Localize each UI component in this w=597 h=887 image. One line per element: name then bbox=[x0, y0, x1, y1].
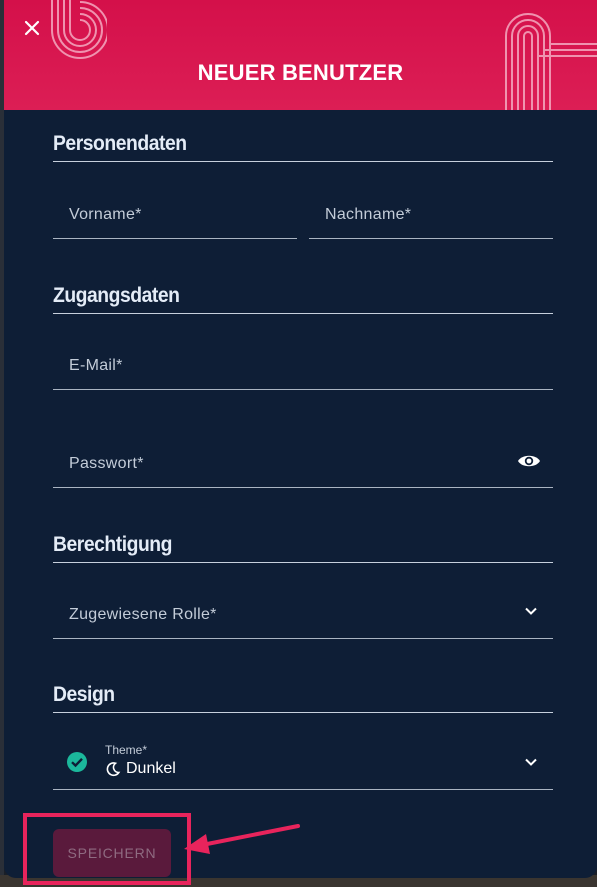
theme-value: Dunkel bbox=[126, 760, 176, 777]
section-divider-design bbox=[53, 712, 553, 713]
chevron-down-icon bbox=[525, 607, 537, 615]
first-name-field[interactable]: Vorname* bbox=[53, 187, 297, 239]
password-label: Passwort* bbox=[69, 455, 144, 472]
chevron-down-icon bbox=[525, 758, 537, 766]
annotation-highlight-box bbox=[23, 813, 191, 885]
role-select[interactable]: Zugewiesene Rolle* bbox=[53, 587, 553, 639]
annotation-arrow bbox=[184, 824, 300, 854]
section-divider-personal bbox=[53, 161, 553, 162]
section-title-personal: Personendaten bbox=[53, 132, 187, 155]
dialog-title: NEUER BENUTZER bbox=[197, 60, 404, 85]
section-title-design: Design bbox=[53, 683, 115, 706]
check-circle-icon bbox=[67, 752, 87, 772]
email-label: E-Mail* bbox=[69, 357, 123, 374]
section-title-permission: Berechtigung bbox=[53, 533, 172, 556]
theme-value-row: Dunkel bbox=[105, 760, 176, 778]
moon-icon bbox=[106, 762, 121, 777]
theme-select[interactable]: Theme* Dunkel bbox=[53, 738, 553, 790]
header-decoration-right bbox=[505, 13, 597, 110]
new-user-dialog: NEUER BENUTZER Personendaten Vorname* Na… bbox=[4, 0, 597, 878]
theme-label: Theme* bbox=[105, 743, 148, 757]
section-divider-permission bbox=[53, 562, 553, 563]
close-icon bbox=[24, 20, 40, 36]
role-label: Zugewiesene Rolle* bbox=[69, 606, 217, 623]
email-field[interactable]: E-Mail* bbox=[53, 338, 553, 390]
close-button[interactable] bbox=[16, 12, 48, 44]
last-name-label: Nachname* bbox=[325, 206, 412, 223]
eye-icon[interactable] bbox=[517, 452, 541, 470]
section-title-access: Zugangsdaten bbox=[53, 284, 180, 307]
password-field[interactable]: Passwort* bbox=[53, 436, 553, 488]
first-name-label: Vorname* bbox=[69, 206, 142, 223]
dialog-header: NEUER BENUTZER bbox=[4, 0, 597, 110]
last-name-field[interactable]: Nachname* bbox=[309, 187, 553, 239]
section-divider-access bbox=[53, 313, 553, 314]
